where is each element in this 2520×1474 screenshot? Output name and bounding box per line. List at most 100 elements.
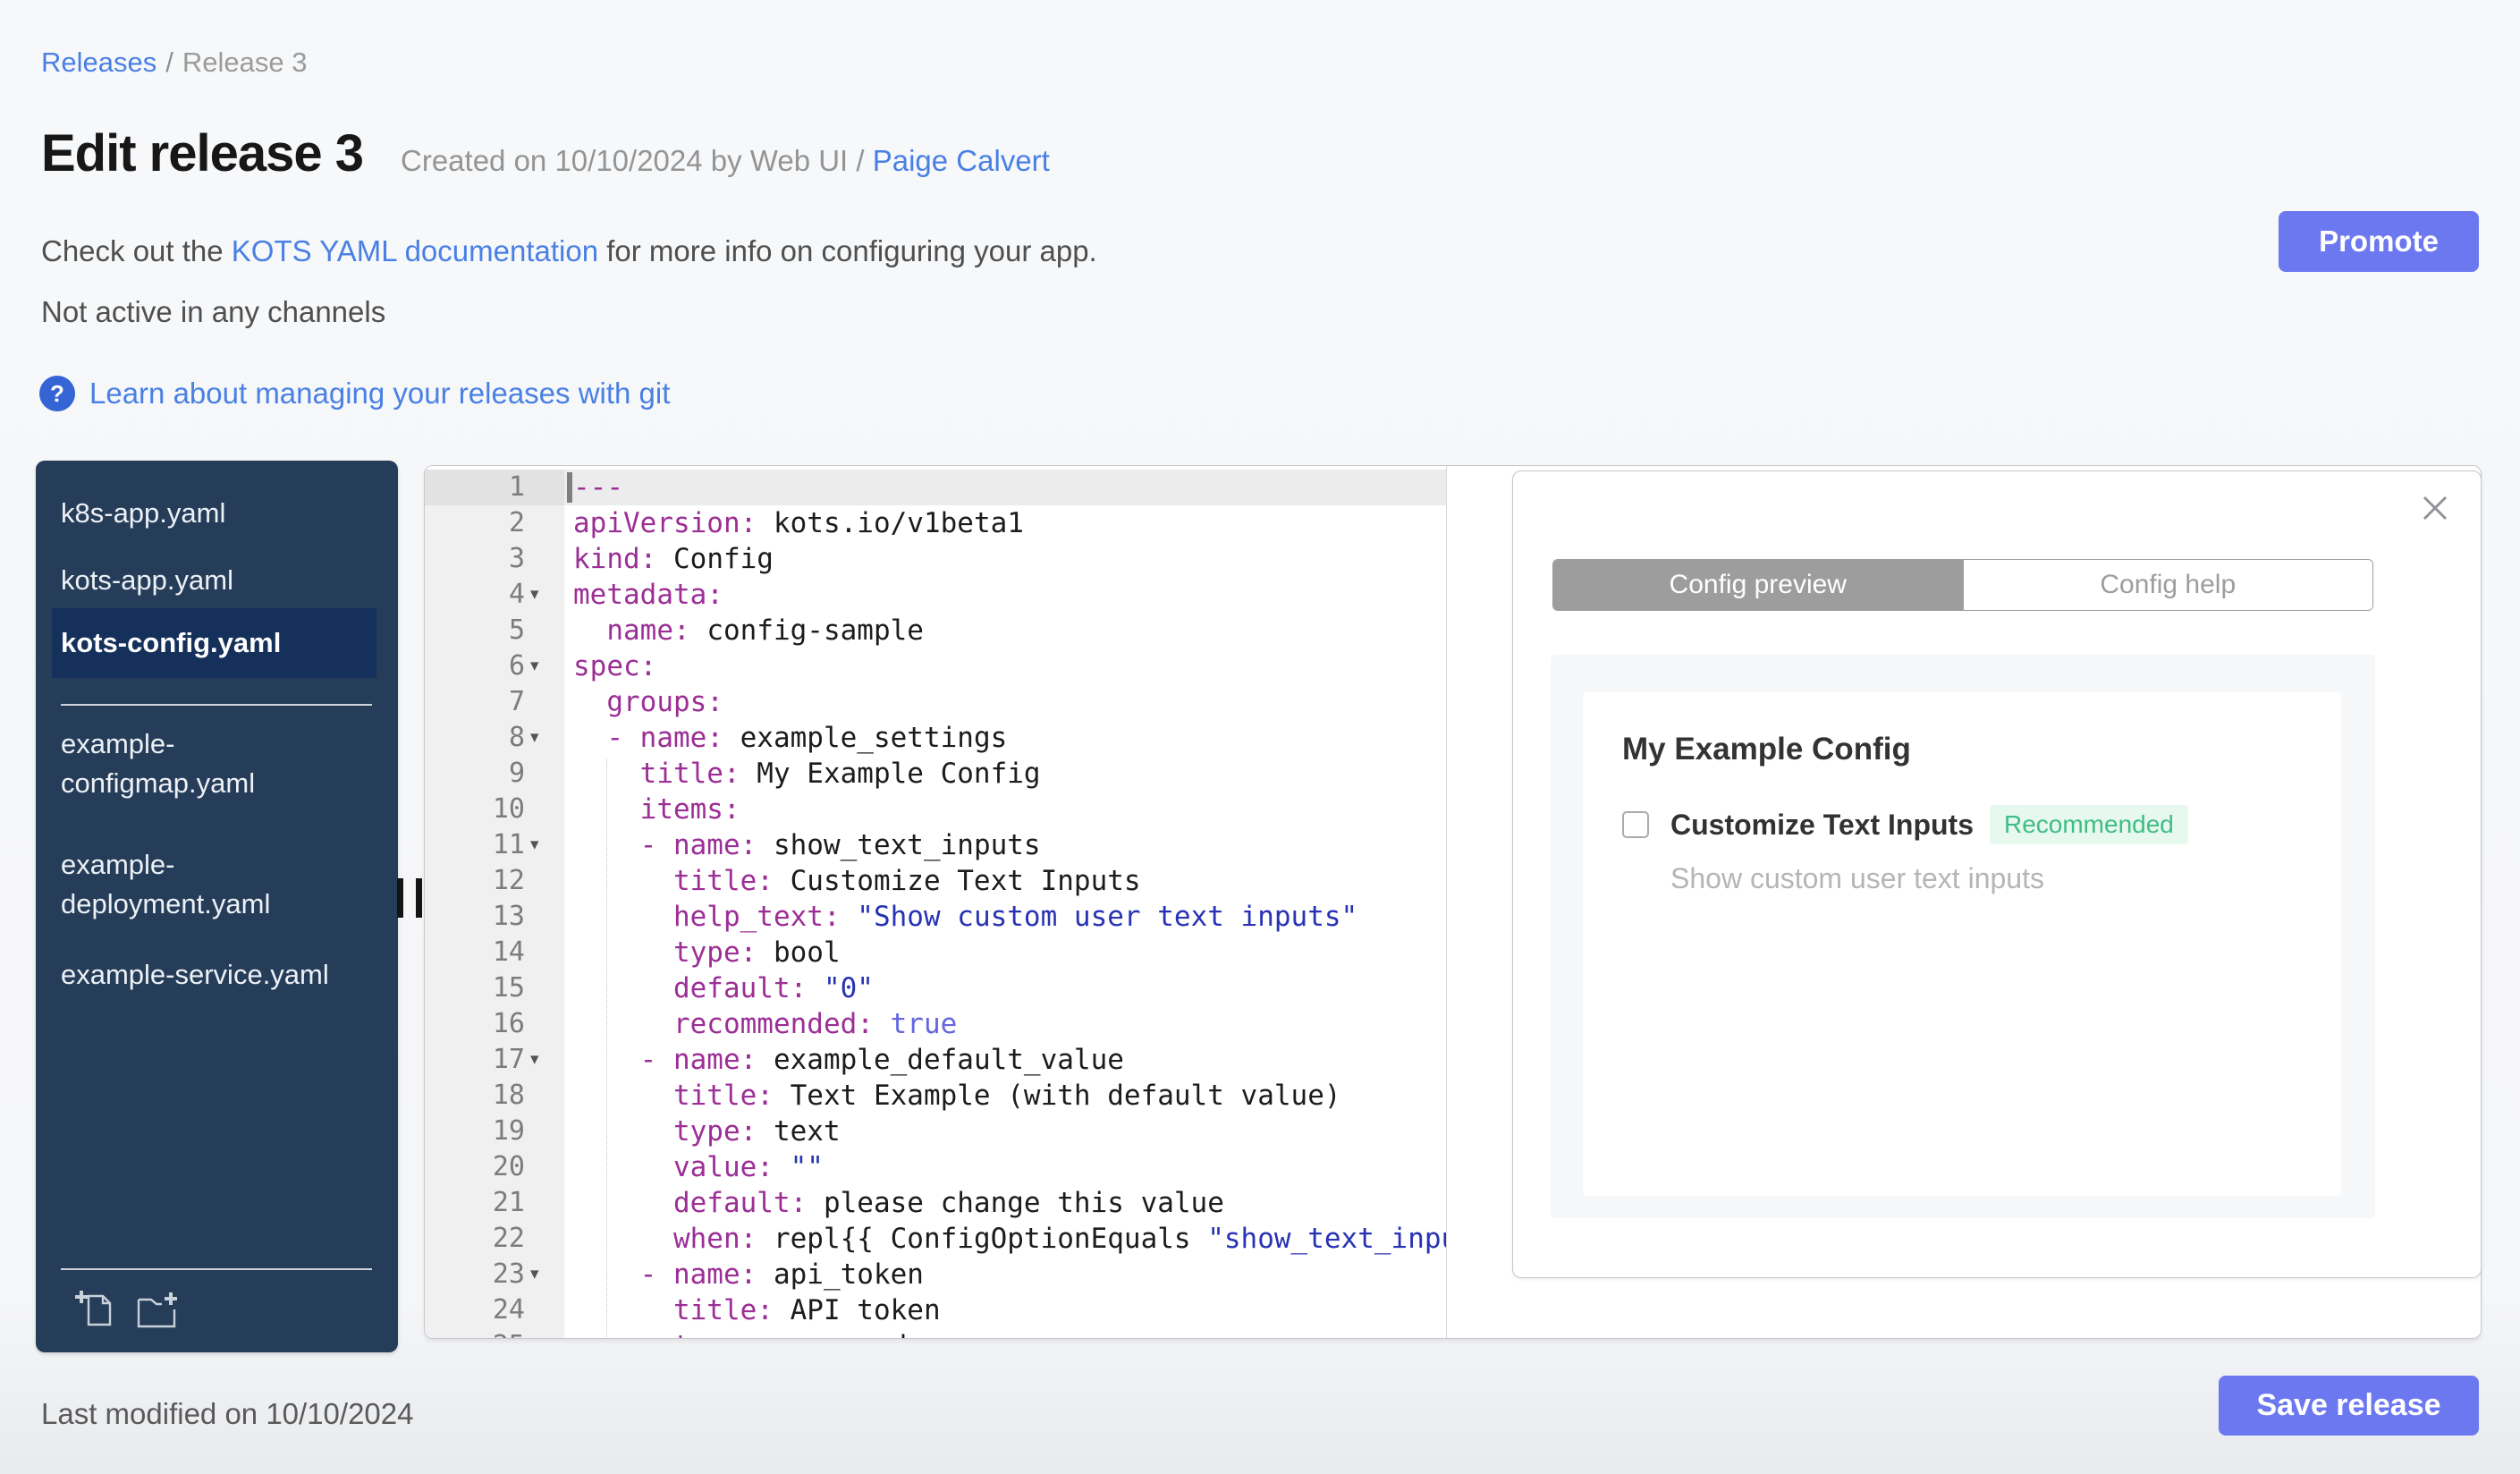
- code-line-11[interactable]: 11 ▾ - name: show_text_inputs: [425, 827, 1446, 863]
- code-text: default: "0": [672, 972, 874, 1004]
- config-preview-panel: Config preview Config help My Example Co…: [1512, 470, 2482, 1278]
- yaml-code-editor[interactable]: 1 --- 2 apiVersion: kots.io/v1beta1 3 kind: C…: [425, 466, 1447, 1338]
- tab-config-help[interactable]: Config help: [1962, 560, 2372, 610]
- preview-surface: My Example Config Customize Text Inputs …: [1551, 655, 2375, 1218]
- add-folder-icon[interactable]: [134, 1288, 179, 1333]
- code-line-17[interactable]: 17 ▾ - name: example_default_value: [425, 1042, 1446, 1078]
- channel-status: Not active in any channels: [41, 295, 386, 328]
- promote-button[interactable]: Promote: [2279, 211, 2479, 272]
- sidebar-item-k8s-app[interactable]: k8s-app.yaml: [61, 494, 338, 533]
- code-line-9[interactable]: 9 title: My Example Config: [425, 756, 1446, 792]
- save-release-button[interactable]: Save release: [2219, 1376, 2479, 1436]
- code-line-16[interactable]: 16 recommended: true: [425, 1006, 1446, 1042]
- code-text: recommended: true: [672, 1008, 958, 1040]
- code-line-8[interactable]: 8 ▾ - name: example_settings: [425, 720, 1446, 756]
- code-line-14[interactable]: 14 type: bool: [425, 935, 1446, 970]
- line-gutter[interactable]: 25: [425, 1328, 564, 1338]
- line-number: 21: [492, 1187, 525, 1218]
- code-line-7[interactable]: 7 groups:: [425, 684, 1446, 720]
- code-line-15[interactable]: 15 default: "0": [425, 970, 1446, 1006]
- code-text: title: Customize Text Inputs: [672, 865, 1141, 897]
- created-author-link[interactable]: Paige Calvert: [873, 144, 1050, 177]
- sidebar-item-kots-app[interactable]: kots-app.yaml: [61, 561, 338, 600]
- breadcrumb-releases-link[interactable]: Releases: [41, 47, 156, 78]
- line-gutter[interactable]: 18: [425, 1078, 564, 1114]
- fold-arrow-icon[interactable]: ▾: [525, 1042, 564, 1078]
- page-title: Edit release 3: [41, 124, 364, 182]
- line-gutter[interactable]: 5: [425, 613, 564, 648]
- line-gutter[interactable]: 14: [425, 935, 564, 970]
- line-gutter[interactable]: 9: [425, 756, 564, 792]
- code-line-24[interactable]: 24 title: API token: [425, 1292, 1446, 1328]
- line-number: 23: [492, 1258, 525, 1290]
- line-gutter[interactable]: 17 ▾: [425, 1042, 564, 1078]
- code-text: - name: example_settings: [606, 722, 1008, 754]
- line-gutter[interactable]: 13: [425, 899, 564, 935]
- line-number: 20: [492, 1151, 525, 1182]
- code-text: type: text: [672, 1115, 841, 1148]
- line-gutter[interactable]: 22: [425, 1221, 564, 1257]
- line-gutter[interactable]: 24: [425, 1292, 564, 1328]
- fold-arrow-icon[interactable]: ▾: [525, 648, 564, 684]
- fold-arrow-icon[interactable]: ▾: [525, 1257, 564, 1292]
- line-gutter[interactable]: 7: [425, 684, 564, 720]
- line-gutter[interactable]: 15: [425, 970, 564, 1006]
- sidebar-item-kots-config-selected[interactable]: kots-config.yaml: [52, 608, 376, 678]
- close-icon[interactable]: [2418, 491, 2452, 525]
- line-gutter[interactable]: 2: [425, 505, 564, 541]
- code-line-4[interactable]: 4 ▾ metadata:: [425, 577, 1446, 613]
- fold-arrow-icon[interactable]: ▾: [525, 827, 564, 863]
- code-line-1[interactable]: 1 ---: [425, 470, 1446, 505]
- line-gutter[interactable]: 8 ▾: [425, 720, 564, 756]
- code-line-20[interactable]: 20 value: "": [425, 1149, 1446, 1185]
- line-gutter[interactable]: 11 ▾: [425, 827, 564, 863]
- git-releases-link[interactable]: Learn about managing your releases with …: [89, 377, 670, 411]
- add-file-icon[interactable]: [73, 1288, 118, 1333]
- sidebar-item-example-deployment[interactable]: example-deployment.yaml: [61, 845, 338, 924]
- code-line-12[interactable]: 12 title: Customize Text Inputs: [425, 863, 1446, 899]
- line-number: 4: [508, 579, 525, 610]
- code-line-10[interactable]: 10 items:: [425, 792, 1446, 827]
- code-line-23[interactable]: 23 ▾ - name: api_token: [425, 1257, 1446, 1292]
- code-text: help_text: "Show custom user text inputs…: [672, 901, 1358, 933]
- config-group-title: My Example Config: [1622, 732, 1911, 767]
- code-line-13[interactable]: 13 help_text: "Show custom user text inp…: [425, 899, 1446, 935]
- code-line-22[interactable]: 22 when: repl{{ ConfigOptionEquals "show…: [425, 1221, 1446, 1257]
- line-gutter[interactable]: 6 ▾: [425, 648, 564, 684]
- code-line-2[interactable]: 2 apiVersion: kots.io/v1beta1: [425, 505, 1446, 541]
- resize-bar: [397, 878, 403, 918]
- fold-arrow-icon[interactable]: ▾: [525, 720, 564, 756]
- question-mark-icon[interactable]: ?: [39, 376, 75, 411]
- line-gutter[interactable]: 1: [425, 470, 564, 505]
- line-gutter[interactable]: 4 ▾: [425, 577, 564, 613]
- line-gutter[interactable]: 20: [425, 1149, 564, 1185]
- kots-yaml-doc-link[interactable]: KOTS YAML documentation: [232, 234, 598, 267]
- code-line-5[interactable]: 5 name: config-sample: [425, 613, 1446, 648]
- line-gutter[interactable]: 21: [425, 1185, 564, 1221]
- code-line-18[interactable]: 18 title: Text Example (with default val…: [425, 1078, 1446, 1114]
- sidebar-resize-handle[interactable]: [397, 878, 422, 918]
- line-gutter[interactable]: 16: [425, 1006, 564, 1042]
- line-gutter[interactable]: 10: [425, 792, 564, 827]
- line-gutter[interactable]: 23 ▾: [425, 1257, 564, 1292]
- tab-config-preview[interactable]: Config preview: [1553, 560, 1963, 610]
- code-line-19[interactable]: 19 type: text: [425, 1114, 1446, 1149]
- fold-arrow-icon[interactable]: ▾: [525, 577, 564, 613]
- line-gutter[interactable]: 12: [425, 863, 564, 899]
- sidebar-item-example-configmap[interactable]: example-configmap.yaml: [61, 724, 338, 803]
- sidebar-item-example-service[interactable]: example-service.yaml: [61, 955, 338, 995]
- code-line-3[interactable]: 3 kind: Config: [425, 541, 1446, 577]
- code-line-21[interactable]: 21 default: please change this value: [425, 1185, 1446, 1221]
- code-line-6[interactable]: 6 ▾ spec:: [425, 648, 1446, 684]
- line-gutter[interactable]: 3: [425, 541, 564, 577]
- breadcrumb-current: Release 3: [182, 47, 308, 78]
- code-text: title: Text Example (with default value): [672, 1080, 1341, 1112]
- code-line-25[interactable]: 25 type: password: [425, 1328, 1446, 1338]
- line-gutter[interactable]: 19: [425, 1114, 564, 1149]
- customize-text-inputs-checkbox[interactable]: [1622, 811, 1649, 838]
